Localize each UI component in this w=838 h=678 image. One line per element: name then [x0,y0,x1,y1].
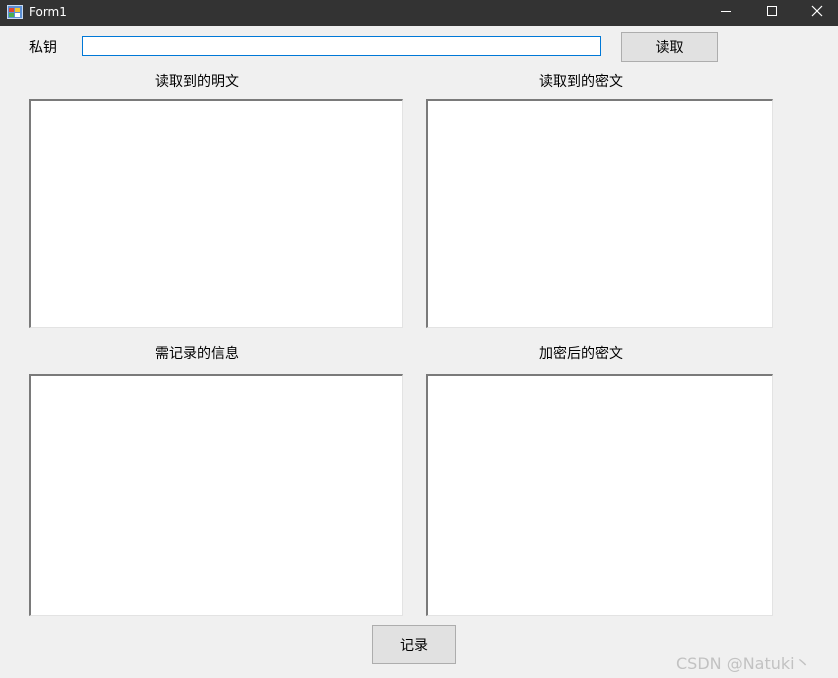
close-icon [811,5,823,17]
minimize-icon [721,11,731,12]
private-key-label: 私钥 [29,40,57,56]
read-button[interactable]: 读取 [621,32,718,62]
cipher-read-textbox[interactable] [426,99,773,328]
encrypted-textbox[interactable] [426,374,773,616]
close-button[interactable] [796,0,838,22]
plain-read-textbox[interactable] [29,99,403,328]
record-button[interactable]: 记录 [372,625,456,664]
private-key-input[interactable] [82,36,601,56]
app-icon [7,5,23,19]
cipher-read-label: 读取到的密文 [539,74,623,90]
plain-read-label: 读取到的明文 [155,74,239,90]
title-bar: Form1 [0,0,838,26]
info-label: 需记录的信息 [155,346,239,362]
info-textbox[interactable] [29,374,403,616]
maximize-icon [767,6,777,16]
window-title: Form1 [29,5,67,19]
watermark: CSDN @Natuki丶 [676,654,811,673]
encrypted-label: 加密后的密文 [539,346,623,362]
maximize-button[interactable] [751,0,793,22]
minimize-button[interactable] [705,0,747,22]
